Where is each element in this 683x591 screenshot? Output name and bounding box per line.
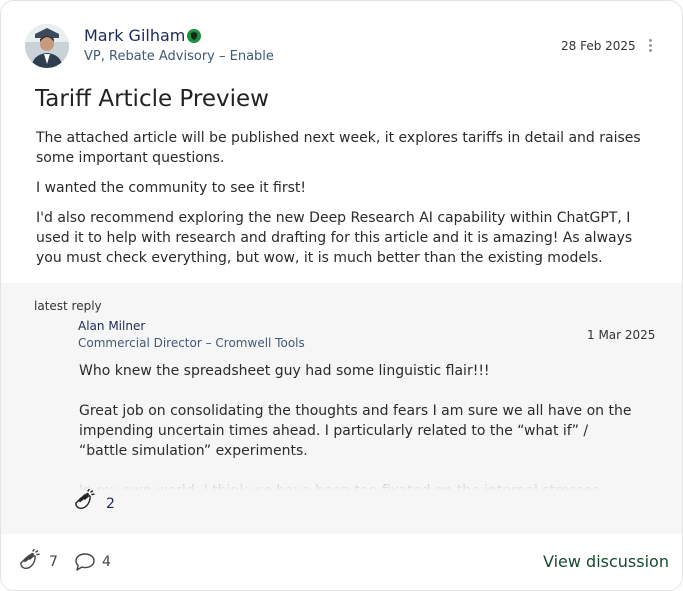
latest-reply-section[interactable]: latest reply Alan Milner Commercial Dire… xyxy=(1,283,682,534)
reply-paragraph: Who knew the spreadsheet guy had some li… xyxy=(79,363,490,379)
post-title: Tariff Article Preview xyxy=(35,86,269,112)
verified-shield-icon xyxy=(187,29,201,43)
clap-count: 7 xyxy=(49,554,58,570)
author-name[interactable]: Mark Gilham xyxy=(84,26,185,45)
reply-clap-count: 2 xyxy=(106,496,115,512)
post-paragraph: I'd also recommend exploring the new Dee… xyxy=(36,210,633,266)
post-date: 28 Feb 2025 xyxy=(561,39,636,53)
post-body: The attached article will be published n… xyxy=(36,128,656,278)
reply-author-title: Commercial Director – Cromwell Tools xyxy=(78,336,305,350)
clap-icon[interactable] xyxy=(72,489,96,513)
post-paragraph: I wanted the community to see it first! xyxy=(36,180,307,196)
reply-body: Who knew the spreadsheet guy had some li… xyxy=(79,361,639,491)
comment-count: 4 xyxy=(102,554,111,570)
reply-paragraph: Great job on consolidating the thoughts … xyxy=(79,403,632,459)
reply-paragraph: In my own world, I think we have been to… xyxy=(79,483,600,491)
reply-date: 1 Mar 2025 xyxy=(587,328,656,342)
author-title: VP, Rebate Advisory – Enable xyxy=(84,49,274,64)
clap-icon[interactable] xyxy=(17,549,41,573)
reply-author-name[interactable]: Alan Milner xyxy=(78,319,145,333)
more-options-icon[interactable] xyxy=(645,37,655,55)
view-discussion-link[interactable]: View discussion xyxy=(543,552,669,571)
latest-reply-label: latest reply xyxy=(34,299,102,313)
comment-icon[interactable] xyxy=(74,552,96,572)
post-paragraph: The attached article will be published n… xyxy=(36,130,641,166)
post-card: Mark Gilham VP, Rebate Advisory – Enable… xyxy=(0,0,683,591)
author-avatar[interactable] xyxy=(25,24,69,68)
